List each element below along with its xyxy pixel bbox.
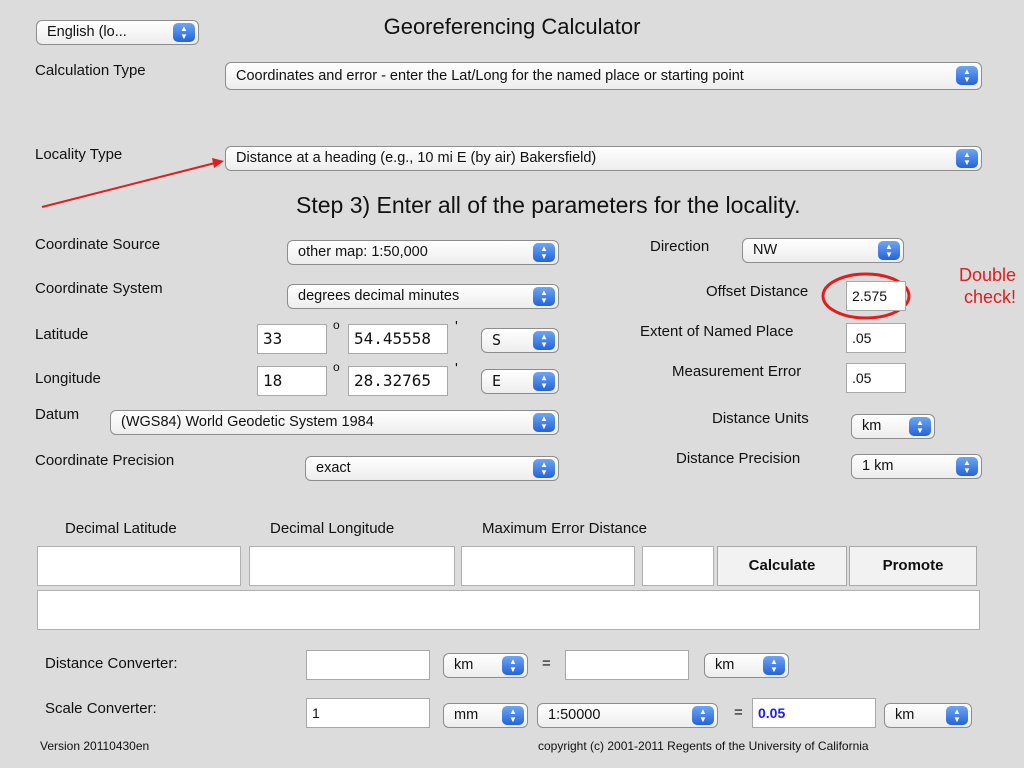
coordinate-precision-value: exact [316,460,351,476]
scale-converter-unit-value: mm [454,707,479,723]
max-error-units-output [642,546,714,586]
coordinate-source-label: Coordinate Source [35,236,161,253]
coordinate-system-select[interactable]: degrees decimal minutes ▲ ▼ [287,284,559,309]
distance-precision-select[interactable]: 1 km ▲ ▼ [851,454,982,479]
select-arrows-icon: ▲ ▼ [946,706,968,725]
extent-named-place-input[interactable]: .05 [846,323,906,353]
select-arrows-icon: ▲ ▼ [878,241,900,260]
select-arrows-icon: ▲ ▼ [909,417,931,436]
latitude-degrees-input[interactable]: 33 [257,324,327,354]
coordinate-source-select[interactable]: other map: 1:50,000 ▲ ▼ [287,240,559,265]
decimal-latitude-output [37,546,241,586]
select-arrows-icon: ▲ ▼ [502,656,524,675]
measurement-error-label: Measurement Error [672,363,802,380]
decimal-longitude-output [249,546,455,586]
coordinate-precision-select[interactable]: exact ▲ ▼ [305,456,559,481]
scale-converter-equals: = [734,704,743,721]
scale-converter-label: Scale Converter: [45,700,157,717]
coordinate-source-value: other map: 1:50,000 [298,244,428,260]
longitude-minutes-input[interactable]: 28.32765 [348,366,448,396]
latitude-label: Latitude [35,326,89,343]
longitude-hemisphere-select[interactable]: E ▲ ▼ [481,369,559,394]
longitude-label: Longitude [35,370,101,387]
distance-converter-equals: = [542,655,551,672]
datum-label: Datum [35,406,80,423]
distance-precision-label: Distance Precision [676,450,801,467]
scale-select[interactable]: 1:50000 ▲ ▼ [537,703,718,728]
select-arrows-icon: ▲ ▼ [956,457,978,476]
max-error-output [461,546,635,586]
coordinate-system-label: Coordinate System [35,280,163,297]
minute-symbol: ' [455,318,458,335]
distance-units-select[interactable]: km ▲ ▼ [851,414,935,439]
distance-converter-from-unit[interactable]: km ▲ ▼ [443,653,528,678]
direction-label: Direction [650,238,710,255]
scale-select-value: 1:50000 [548,707,601,723]
select-arrows-icon: ▲ ▼ [533,413,555,432]
select-arrows-icon: ▲ ▼ [502,706,524,725]
promote-button[interactable]: Promote [849,546,977,586]
coordinate-system-value: degrees decimal minutes [298,288,460,304]
version-text: Version 20110430en [40,739,150,753]
latitude-minutes-input[interactable]: 54.45558 [348,324,448,354]
datum-value: (WGS84) World Geodetic System 1984 [121,414,374,430]
distance-units-label: Distance Units [712,410,809,427]
minute-symbol: ' [455,360,458,377]
distance-converter-to-unit-value: km [715,657,735,673]
georef-result-output [37,590,980,630]
datum-select[interactable]: (WGS84) World Geodetic System 1984 ▲ ▼ [110,410,559,435]
direction-select[interactable]: NW ▲ ▼ [742,238,904,263]
direction-value: NW [753,242,778,258]
scale-converter-input[interactable]: 1 [306,698,430,728]
select-arrows-icon: ▲ ▼ [763,656,785,675]
decimal-latitude-label: Decimal Latitude [65,520,177,537]
offset-distance-label: Offset Distance [706,283,809,300]
coordinate-precision-label: Coordinate Precision [35,452,175,469]
distance-converter-from-unit-value: km [454,657,474,673]
annotation-line-2: check! [963,287,1016,307]
step-heading: Step 3) Enter all of the parameters for … [296,192,801,218]
select-arrows-icon: ▲ ▼ [533,331,555,350]
distance-converter-label: Distance Converter: [45,655,178,672]
measurement-error-input[interactable]: .05 [846,363,906,393]
copyright-text: copyright (c) 2001-2011 Regents of the U… [538,739,869,753]
distance-converter-to-unit[interactable]: km ▲ ▼ [704,653,789,678]
degree-symbol: o [333,360,340,374]
annotation-line-1: Double [958,265,1016,285]
distance-units-value: km [862,418,882,434]
latitude-hemisphere-select[interactable]: S ▲ ▼ [481,328,559,353]
select-arrows-icon: ▲ ▼ [533,459,555,478]
select-arrows-icon: ▲ ▼ [692,706,714,725]
longitude-hemisphere-value: E [492,372,502,390]
scale-converter-unit-select[interactable]: mm ▲ ▼ [443,703,528,728]
scale-converter-result-unit[interactable]: km ▲ ▼ [884,703,972,728]
extent-named-place-label: Extent of Named Place [640,323,794,340]
calculate-button[interactable]: Calculate [717,546,847,586]
scale-converter-result-unit-value: km [895,707,915,723]
max-error-label: Maximum Error Distance [482,520,648,537]
latitude-hemisphere-value: S [492,331,502,349]
select-arrows-icon: ▲ ▼ [533,243,555,262]
annotation-note: Double check! [928,264,1016,308]
offset-distance-input[interactable]: 2.575 [846,281,906,311]
decimal-longitude-label: Decimal Longitude [270,520,395,537]
distance-converter-output [565,650,689,680]
degree-symbol: o [333,318,340,332]
select-arrows-icon: ▲ ▼ [533,372,555,391]
scale-converter-output: 0.05 [752,698,876,728]
distance-precision-value: 1 km [862,458,894,474]
distance-converter-input[interactable] [306,650,430,680]
longitude-degrees-input[interactable]: 18 [257,366,327,396]
select-arrows-icon: ▲ ▼ [533,287,555,306]
